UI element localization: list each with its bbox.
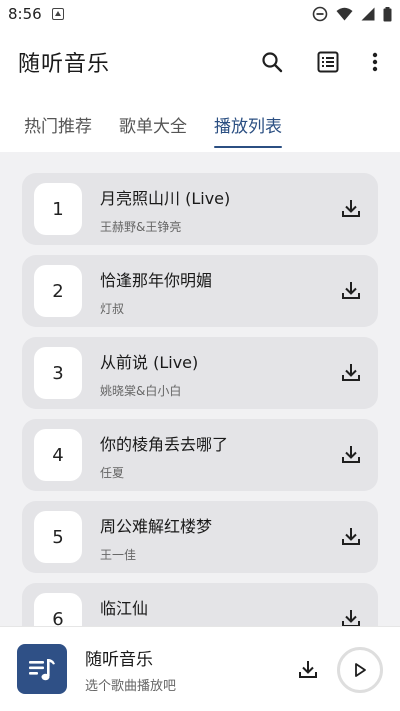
battery-icon	[383, 6, 392, 21]
track-number: 3	[34, 347, 82, 399]
download-icon	[342, 610, 360, 626]
status-bar: 8:56	[0, 0, 400, 28]
player-download-button[interactable]	[294, 655, 322, 683]
wifi-icon	[336, 7, 353, 21]
more-vert-icon	[372, 52, 378, 72]
song-row[interactable]: 6 临江仙	[22, 583, 378, 626]
play-icon	[355, 663, 366, 677]
dnd-icon	[312, 6, 328, 22]
player-subtitle: 选个歌曲播放吧	[85, 679, 177, 694]
tab-playlists[interactable]: 歌单大全	[119, 96, 187, 152]
signal-icon	[361, 7, 375, 21]
song-artist: 王一佳	[100, 548, 137, 562]
download-button[interactable]	[338, 605, 364, 626]
download-icon	[342, 200, 360, 217]
list-icon	[317, 51, 339, 73]
search-icon	[262, 52, 283, 73]
song-artist: 姚晓棠&白小白	[100, 384, 182, 398]
download-icon	[342, 528, 360, 545]
tab-bar: 热门推荐 歌单大全 播放列表	[0, 96, 400, 152]
track-number: 2	[34, 265, 82, 317]
playlist[interactable]: 1 月亮照山川 (Live) 王赫野&王铮亮 2 恰逢那年你明媚 灯叔 3 从前…	[0, 152, 400, 626]
app-bar-actions	[0, 28, 400, 96]
song-title: 周公难解红楼梦	[100, 517, 213, 536]
search-button[interactable]	[252, 42, 292, 82]
song-row[interactable]: 4 你的棱角丢去哪了 任夏	[22, 419, 378, 491]
song-title: 从前说 (Live)	[100, 353, 199, 372]
player-title: 随听音乐	[85, 650, 153, 670]
notification-icon	[51, 8, 64, 20]
download-button[interactable]	[338, 277, 364, 303]
track-number: 6	[34, 593, 82, 626]
song-row[interactable]: 2 恰逢那年你明媚 灯叔	[22, 255, 378, 327]
tab-label: 播放列表	[214, 116, 282, 137]
song-row[interactable]: 1 月亮照山川 (Live) 王赫野&王铮亮	[22, 173, 378, 245]
track-number: 1	[34, 183, 82, 235]
download-button[interactable]	[338, 441, 364, 467]
track-number: 5	[34, 511, 82, 563]
download-icon	[299, 661, 317, 678]
download-button[interactable]	[338, 195, 364, 221]
download-button[interactable]	[338, 523, 364, 549]
status-time: 8:56	[8, 5, 42, 23]
mini-player[interactable]: 随听音乐 选个歌曲播放吧	[0, 626, 400, 711]
song-artist: 任夏	[100, 466, 125, 480]
play-button[interactable]	[337, 647, 383, 693]
song-title: 临江仙	[100, 599, 149, 618]
playlist-view-button[interactable]	[308, 42, 348, 82]
tab-label: 歌单大全	[119, 116, 187, 137]
tab-indicator	[214, 145, 282, 148]
more-options-button[interactable]	[355, 42, 395, 82]
song-row[interactable]: 3 从前说 (Live) 姚晓棠&白小白	[22, 337, 378, 409]
status-icons	[312, 6, 392, 22]
track-number: 4	[34, 429, 82, 481]
album-cover[interactable]	[17, 644, 67, 694]
tab-hot-recommend[interactable]: 热门推荐	[24, 96, 92, 152]
tab-play-queue[interactable]: 播放列表	[214, 96, 282, 152]
app-bar: 随听音乐	[0, 28, 400, 96]
download-icon	[342, 364, 360, 381]
song-title: 月亮照山川 (Live)	[100, 189, 231, 208]
download-icon	[342, 446, 360, 463]
download-button[interactable]	[338, 359, 364, 385]
tab-label: 热门推荐	[24, 116, 92, 137]
download-icon	[342, 282, 360, 299]
song-title: 你的棱角丢去哪了	[100, 435, 229, 454]
song-artist: 王赫野&王铮亮	[100, 220, 182, 234]
music-note-icon	[29, 659, 55, 681]
song-row[interactable]: 5 周公难解红楼梦 王一佳	[22, 501, 378, 573]
song-title: 恰逢那年你明媚	[100, 271, 213, 290]
song-artist: 灯叔	[100, 302, 125, 316]
